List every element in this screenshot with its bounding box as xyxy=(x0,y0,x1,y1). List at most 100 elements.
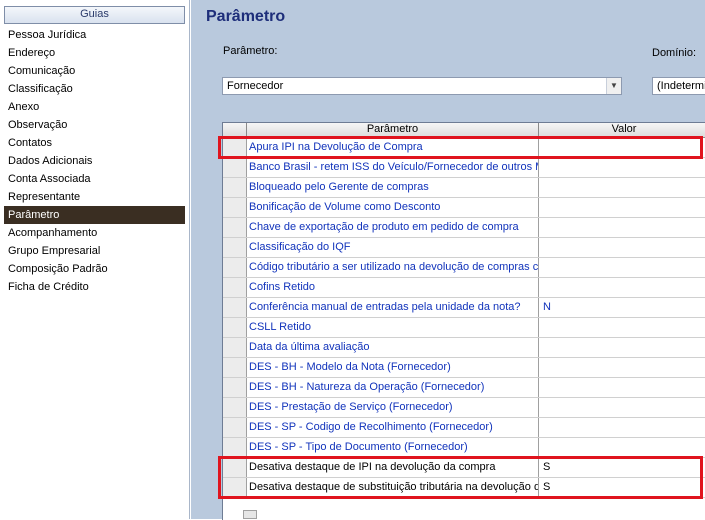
row-selector[interactable] xyxy=(223,278,247,297)
row-selector[interactable] xyxy=(223,238,247,257)
sidebar-item[interactable]: Classificação xyxy=(4,80,185,98)
parameter-value-cell[interactable]: S xyxy=(539,458,705,477)
sidebar-item[interactable]: Endereço xyxy=(4,44,185,62)
parametro-select[interactable]: Fornecedor ▼ xyxy=(222,77,622,95)
sidebar-item[interactable]: Anexo xyxy=(4,98,185,116)
sidebar-item[interactable]: Dados Adicionais xyxy=(4,152,185,170)
parameter-grid: Parâmetro Valor Apura IPI na Devolução d… xyxy=(222,122,705,520)
parameter-value-cell[interactable] xyxy=(539,398,705,417)
parameter-name-cell[interactable]: Desativa destaque de substituição tribut… xyxy=(247,478,539,497)
table-row[interactable]: Cofins Retido xyxy=(223,278,705,298)
table-row[interactable]: DES - SP - Codigo de Recolhimento (Forne… xyxy=(223,418,705,438)
table-row[interactable]: Conferência manual de entradas pela unid… xyxy=(223,298,705,318)
row-selector[interactable] xyxy=(223,258,247,277)
row-selector[interactable] xyxy=(223,438,247,457)
dominio-label: Domínio: xyxy=(652,47,697,59)
grid-header-valor[interactable]: Valor xyxy=(539,123,705,137)
row-selector[interactable] xyxy=(223,218,247,237)
row-selector[interactable] xyxy=(223,398,247,417)
dominio-select-value: (Indetermin xyxy=(657,80,705,92)
table-row[interactable]: Desativa destaque de IPI na devolução da… xyxy=(223,458,705,478)
table-row[interactable]: CSLL Retido xyxy=(223,318,705,338)
table-row[interactable]: DES - BH - Modelo da Nota (Fornecedor) xyxy=(223,358,705,378)
table-row[interactable]: Código tributário a ser utilizado na dev… xyxy=(223,258,705,278)
table-row[interactable]: Desativa destaque de substituição tribut… xyxy=(223,478,705,498)
page-title: Parâmetro xyxy=(206,8,286,25)
parameter-name-cell[interactable]: Banco Brasil - retem ISS do Veículo/Forn… xyxy=(247,158,539,177)
table-row[interactable]: DES - Prestação de Serviço (Fornecedor) xyxy=(223,398,705,418)
parameter-value-cell[interactable] xyxy=(539,418,705,437)
row-selector[interactable] xyxy=(223,158,247,177)
parameter-value-cell[interactable] xyxy=(539,158,705,177)
row-selector[interactable] xyxy=(223,418,247,437)
sidebar-item[interactable]: Contatos xyxy=(4,134,185,152)
table-row[interactable]: Data da última avaliação xyxy=(223,338,705,358)
parameter-name-cell[interactable]: Cofins Retido xyxy=(247,278,539,297)
chevron-down-icon[interactable]: ▼ xyxy=(606,78,621,94)
parameter-value-cell[interactable] xyxy=(539,178,705,197)
parameter-name-cell[interactable]: Classificação do IQF xyxy=(247,238,539,257)
parameter-value-cell[interactable] xyxy=(539,318,705,337)
sidebar-item[interactable]: Comunicação xyxy=(4,62,185,80)
parameter-name-cell[interactable]: Apura IPI na Devolução de Compra xyxy=(247,138,539,157)
parameter-value-cell[interactable]: N xyxy=(539,298,705,317)
row-selector[interactable] xyxy=(223,318,247,337)
sidebar-item[interactable]: Pessoa Jurídica xyxy=(4,26,185,44)
dominio-select[interactable]: (Indetermin xyxy=(652,77,705,95)
table-row[interactable]: Apura IPI na Devolução de Compra xyxy=(223,138,705,158)
table-row[interactable]: DES - BH - Natureza da Operação (Fornece… xyxy=(223,378,705,398)
sidebar-item[interactable]: Parâmetro xyxy=(4,206,185,224)
table-row[interactable]: Bonificação de Volume como Desconto xyxy=(223,198,705,218)
parameter-name-cell[interactable]: Bloqueado pelo Gerente de compras xyxy=(247,178,539,197)
parameter-value-cell[interactable] xyxy=(539,278,705,297)
parameter-value-cell[interactable] xyxy=(539,438,705,457)
parameter-name-cell[interactable]: Chave de exportação de produto em pedido… xyxy=(247,218,539,237)
row-selector[interactable] xyxy=(223,178,247,197)
parameter-value-cell[interactable] xyxy=(539,358,705,377)
sidebar-header: Guias xyxy=(4,6,185,24)
parameter-value-cell[interactable] xyxy=(539,338,705,357)
table-row[interactable]: Classificação do IQF xyxy=(223,238,705,258)
parameter-name-cell[interactable]: Data da última avaliação xyxy=(247,338,539,357)
grid-header: Parâmetro Valor xyxy=(223,123,705,138)
parameter-name-cell[interactable]: DES - BH - Modelo da Nota (Fornecedor) xyxy=(247,358,539,377)
sidebar-item[interactable]: Acompanhamento xyxy=(4,224,185,242)
horizontal-scrollbar[interactable] xyxy=(243,510,257,519)
table-row[interactable]: DES - SP - Tipo de Documento (Fornecedor… xyxy=(223,438,705,458)
parameter-name-cell[interactable]: Desativa destaque de IPI na devolução da… xyxy=(247,458,539,477)
parameter-value-cell[interactable] xyxy=(539,138,705,157)
parameter-value-cell[interactable] xyxy=(539,378,705,397)
row-selector[interactable] xyxy=(223,298,247,317)
parameter-name-cell[interactable]: DES - SP - Tipo de Documento (Fornecedor… xyxy=(247,438,539,457)
parameter-name-cell[interactable]: DES - Prestação de Serviço (Fornecedor) xyxy=(247,398,539,417)
table-row[interactable]: Chave de exportação de produto em pedido… xyxy=(223,218,705,238)
sidebar-item[interactable]: Grupo Empresarial xyxy=(4,242,185,260)
grid-header-parametro[interactable]: Parâmetro xyxy=(247,123,539,137)
table-row[interactable]: Bloqueado pelo Gerente de compras xyxy=(223,178,705,198)
parameter-name-cell[interactable]: DES - BH - Natureza da Operação (Fornece… xyxy=(247,378,539,397)
sidebar-item[interactable]: Representante xyxy=(4,188,185,206)
sidebar-item[interactable]: Conta Associada xyxy=(4,170,185,188)
parameter-value-cell[interactable]: S xyxy=(539,478,705,497)
parameter-name-cell[interactable]: Código tributário a ser utilizado na dev… xyxy=(247,258,539,277)
parameter-value-cell[interactable] xyxy=(539,218,705,237)
sidebar-item[interactable]: Ficha de Crédito xyxy=(4,278,185,296)
parameter-name-cell[interactable]: DES - SP - Codigo de Recolhimento (Forne… xyxy=(247,418,539,437)
sidebar-item[interactable]: Observação xyxy=(4,116,185,134)
row-selector[interactable] xyxy=(223,198,247,217)
parameter-value-cell[interactable] xyxy=(539,258,705,277)
row-selector[interactable] xyxy=(223,338,247,357)
row-selector[interactable] xyxy=(223,358,247,377)
grid-header-selector xyxy=(223,123,247,137)
row-selector[interactable] xyxy=(223,458,247,477)
row-selector[interactable] xyxy=(223,478,247,497)
parameter-name-cell[interactable]: CSLL Retido xyxy=(247,318,539,337)
row-selector[interactable] xyxy=(223,378,247,397)
parameter-value-cell[interactable] xyxy=(539,198,705,217)
row-selector[interactable] xyxy=(223,138,247,157)
sidebar-item[interactable]: Composição Padrão xyxy=(4,260,185,278)
parameter-name-cell[interactable]: Conferência manual de entradas pela unid… xyxy=(247,298,539,317)
parameter-value-cell[interactable] xyxy=(539,238,705,257)
parameter-name-cell[interactable]: Bonificação de Volume como Desconto xyxy=(247,198,539,217)
table-row[interactable]: Banco Brasil - retem ISS do Veículo/Forn… xyxy=(223,158,705,178)
